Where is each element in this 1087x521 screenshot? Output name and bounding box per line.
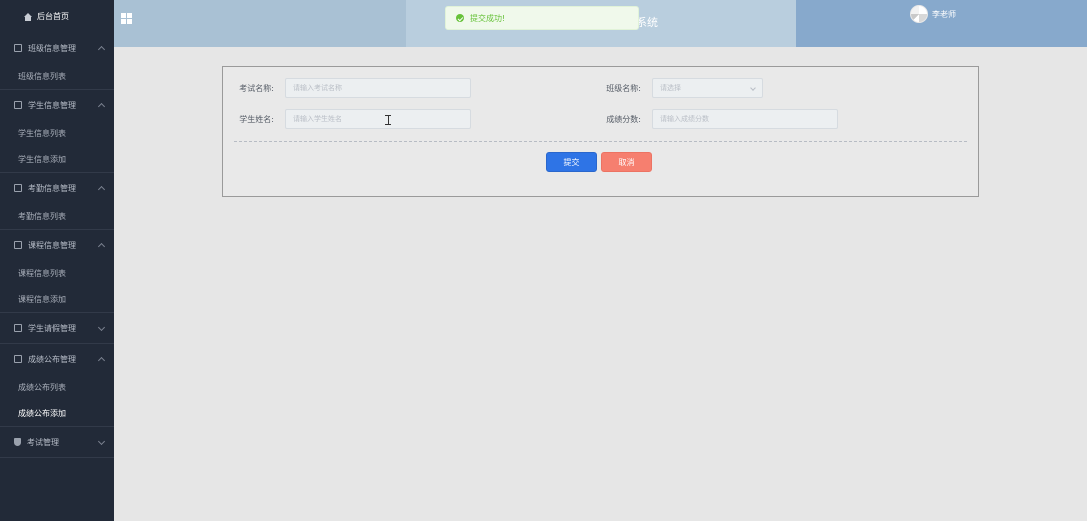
chevron-up-icon: [97, 45, 106, 53]
sidebar-item-class-list[interactable]: 班级信息列表: [0, 63, 114, 89]
chevron-up-icon: [97, 185, 106, 193]
edit-icon: [14, 241, 22, 249]
home-icon: [24, 12, 32, 21]
class-name-placeholder: 请选择: [660, 84, 681, 92]
form-row: 班级名称: 请选择: [590, 78, 763, 98]
form-row: 成绩分数: 请输入成绩分数: [590, 109, 838, 129]
chevron-up-icon: [97, 102, 106, 110]
sidebar-item-grades-list[interactable]: 成绩公布列表: [0, 374, 114, 400]
sidebar-group-label: 班级信息管理: [28, 43, 76, 53]
sidebar-item-student-add[interactable]: 学生信息添加: [0, 146, 114, 172]
form-row: 学生姓名: 请输入学生姓名: [223, 109, 471, 129]
score-add-form: 考试名称: 请输入考试名称 班级名称: 请选择 学生姓名: 请输入学生姓名 成绩…: [222, 66, 979, 197]
sidebar-group-course[interactable]: 课程信息管理: [0, 230, 114, 260]
sidebar-group-leave[interactable]: 学生请假管理: [0, 313, 114, 343]
chevron-up-icon: [97, 242, 106, 250]
sidebar-group-student[interactable]: 学生信息管理: [0, 90, 114, 120]
user-menu[interactable]: 李老师: [910, 5, 956, 23]
chevron-down-icon: [97, 437, 106, 445]
score-input[interactable]: 请输入成绩分数: [652, 109, 838, 129]
system-title: 系统: [636, 16, 658, 29]
avatar: [910, 5, 928, 23]
chevron-down-icon: [97, 323, 106, 331]
edit-icon: [14, 101, 22, 109]
menu-grid-icon[interactable]: [121, 13, 132, 24]
chevron-up-icon: [97, 356, 106, 364]
sidebar-group-label: 课程信息管理: [28, 240, 76, 250]
sidebar-item-course-add[interactable]: 课程信息添加: [0, 286, 114, 312]
student-name-input[interactable]: 请输入学生姓名: [285, 109, 471, 129]
sidebar-item-course-list[interactable]: 课程信息列表: [0, 260, 114, 286]
sidebar-group-label: 考勤信息管理: [28, 183, 76, 193]
student-name-label: 学生姓名:: [239, 114, 274, 124]
sidebar-group-label: 成绩公布管理: [28, 354, 76, 364]
cancel-button[interactable]: 取消: [601, 152, 652, 172]
sidebar-group-attendance[interactable]: 考勤信息管理: [0, 173, 114, 203]
score-label: 成绩分数:: [606, 114, 641, 124]
sidebar-home-label: 后台首页: [37, 12, 69, 21]
chevron-down-icon: [750, 85, 756, 91]
edit-icon: [14, 184, 22, 192]
sidebar-group-label: 考试管理: [27, 437, 59, 447]
exam-name-label: 考试名称:: [239, 83, 274, 93]
sidebar-group-label: 学生请假管理: [28, 323, 76, 333]
text-cursor-icon: [385, 115, 391, 125]
edit-icon: [14, 324, 22, 332]
check-circle-icon: [456, 14, 464, 22]
sidebar-item-student-list[interactable]: 学生信息列表: [0, 120, 114, 146]
class-name-label: 班级名称:: [606, 83, 641, 93]
submit-button[interactable]: 提交: [546, 152, 597, 172]
class-name-select[interactable]: 请选择: [652, 78, 763, 98]
divider: [0, 457, 114, 458]
sidebar-group-class[interactable]: 班级信息管理: [0, 33, 114, 63]
toast-message: 提交成功!: [470, 13, 506, 23]
success-toast: 提交成功!: [445, 6, 639, 30]
sidebar-home[interactable]: 后台首页: [0, 0, 114, 33]
user-name: 李老师: [932, 9, 956, 19]
form-divider: [234, 141, 967, 142]
sidebar: 后台首页 班级信息管理 班级信息列表 学生信息管理 学生信息列表 学生信息添加 …: [0, 0, 114, 521]
sidebar-item-attendance-list[interactable]: 考勤信息列表: [0, 203, 114, 229]
sidebar-group-grades[interactable]: 成绩公布管理: [0, 344, 114, 374]
sidebar-group-label: 学生信息管理: [28, 100, 76, 110]
shield-icon: [14, 438, 21, 446]
edit-icon: [14, 355, 22, 363]
header-segment: [114, 0, 406, 47]
sidebar-group-exam[interactable]: 考试管理: [0, 427, 114, 457]
exam-name-input[interactable]: 请输入考试名称: [285, 78, 471, 98]
edit-icon: [14, 44, 22, 52]
sidebar-item-grades-add[interactable]: 成绩公布添加: [0, 400, 114, 426]
form-row: 考试名称: 请输入考试名称: [223, 78, 471, 98]
